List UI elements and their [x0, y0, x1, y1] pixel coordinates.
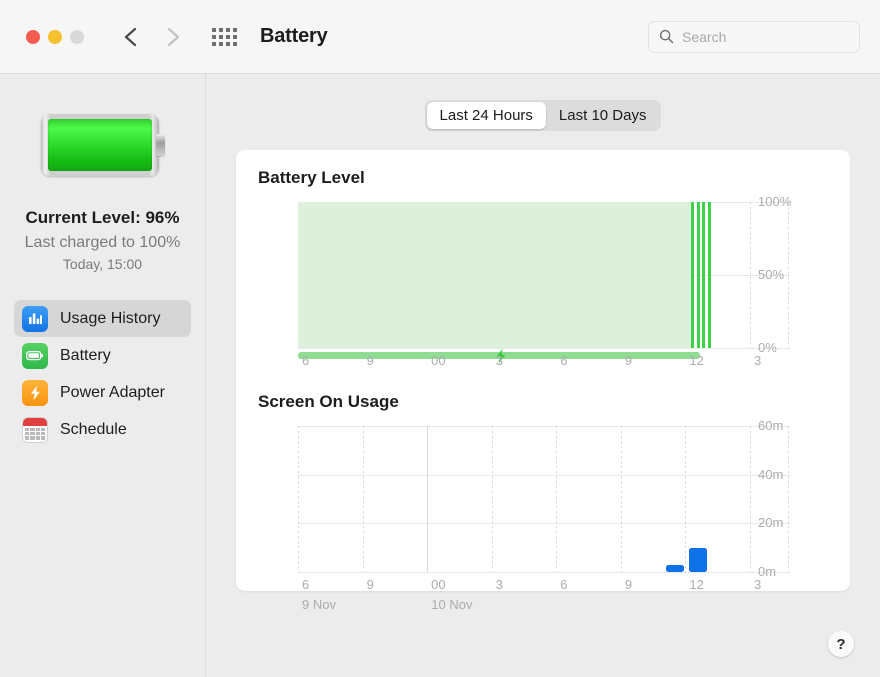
sidebar-item-label: Battery [60, 346, 111, 364]
back-chevron-icon[interactable] [120, 24, 142, 50]
help-button[interactable]: ? [828, 631, 854, 657]
window-titlebar: Battery [0, 0, 880, 74]
x-axis-tick-label: 9 [366, 577, 374, 592]
main-content: Last 24 Hours Last 10 Days Battery Level… [206, 74, 880, 677]
sidebar-nav-list: Usage History Battery Power Adapter Sche… [0, 300, 205, 448]
x-axis-tick-label: 12 [689, 353, 704, 368]
battery-level-chart-title: Battery Level [258, 168, 365, 187]
battery-status-block: Current Level: 96% Last charged to 100% … [25, 206, 181, 274]
last-charged-time-text: Today, 15:00 [62, 255, 143, 272]
battery-level-chart: 0% 50% 100% 6 9 00 3 6 9 12 3 [258, 194, 828, 370]
date-label: 9 Nov [302, 597, 336, 612]
current-level-text: Current Level: 96% [25, 208, 180, 227]
gridline-vertical [491, 426, 493, 572]
x-axis-tick-label: 6 [560, 353, 568, 368]
search-field[interactable] [648, 20, 860, 53]
x-axis-tick-label: 9 [366, 353, 374, 368]
y-axis-tick-label: 20m [758, 515, 784, 531]
x-axis-tick-label: 12 [689, 577, 704, 592]
gridline-vertical [427, 426, 429, 572]
battery-charge-spike [702, 202, 706, 348]
last-charged-text: Last charged to 100% [24, 233, 181, 251]
sidebar-item-label: Power Adapter [60, 383, 165, 401]
x-axis-tick-label: 3 [754, 577, 762, 592]
forward-chevron-icon [162, 24, 184, 50]
sidebar-item-power-adapter[interactable]: Power Adapter [14, 374, 191, 411]
time-range-segmented-control: Last 24 Hours Last 10 Days [236, 100, 850, 131]
tab-last-10-days[interactable]: Last 10 Days [546, 102, 660, 129]
tab-last-24-hours[interactable]: Last 24 Hours [426, 102, 546, 129]
usage-bar [689, 547, 708, 572]
gridline-horizontal [298, 572, 790, 573]
screen-on-usage-chart-title: Screen On Usage [258, 392, 399, 411]
battery-icon [22, 342, 48, 369]
y-axis-tick-label: 100% [758, 194, 792, 209]
window-body: Current Level: 96% Last charged to 100% … [0, 74, 880, 677]
battery-charge-spike [696, 202, 700, 348]
x-axis-tick-label: 9 [624, 577, 633, 592]
sidebar: Current Level: 96% Last charged to 100% … [0, 74, 206, 677]
gridline-vertical [685, 426, 687, 572]
x-axis-tick-label: 9 [624, 353, 633, 368]
x-axis-tick-label: 3 [754, 353, 762, 368]
battery-preferences-window: Battery Current Level: 96% Last charged … [0, 0, 880, 677]
battery-level-y-axis: 0% 50% 100% [758, 194, 828, 355]
y-axis-tick-label: 40m [758, 466, 784, 482]
traffic-lights [26, 29, 84, 44]
sidebar-item-battery[interactable]: Battery [14, 337, 191, 374]
sidebar-item-label: Schedule [60, 420, 127, 438]
date-label: 10 Nov [431, 597, 473, 612]
gridline-vertical [556, 426, 558, 572]
gridline-vertical [362, 426, 364, 572]
x-axis-tick-label: 3 [495, 577, 503, 592]
y-axis-tick-label: 50% [758, 267, 785, 282]
gridline-horizontal [298, 474, 790, 476]
sidebar-item-usage-history[interactable]: Usage History [14, 300, 191, 338]
sidebar-item-label: Usage History [60, 309, 161, 327]
search-icon [659, 29, 674, 44]
gridline-horizontal [298, 523, 790, 525]
x-axis-tick-label: 6 [302, 353, 310, 368]
x-axis-tick-label: 00 [431, 353, 446, 368]
minimize-button[interactable] [48, 29, 62, 44]
show-all-icon[interactable] [212, 27, 237, 47]
battery-level-area [298, 202, 692, 348]
usage-history-card: Battery Level 0% 50% 100% 6 9 00 3 6 9 12 3 Scree… [236, 150, 850, 612]
battery-full-icon [40, 114, 165, 176]
screen-on-usage-y-axis: 0m 20m 40m 60m [758, 418, 828, 579]
bar-chart-icon [22, 305, 48, 332]
gridline-vertical [298, 426, 299, 572]
close-button[interactable] [26, 29, 40, 44]
search-input[interactable] [682, 28, 849, 45]
sidebar-item-schedule[interactable]: Schedule [14, 411, 191, 448]
gridline-vertical [750, 426, 751, 572]
gridline-horizontal [298, 426, 790, 427]
page-title: Battery [260, 25, 328, 47]
usage-bar [666, 564, 685, 572]
lightning-bolt-icon [22, 379, 48, 406]
y-axis-tick-label: 60m [758, 418, 784, 433]
calendar-icon [22, 416, 48, 443]
x-axis-tick-label: 00 [431, 577, 446, 592]
x-axis-tick-label: 6 [560, 577, 568, 592]
gridline-vertical [750, 202, 751, 348]
zoom-button [70, 29, 84, 44]
gridline-vertical [620, 426, 622, 572]
battery-charge-spike [691, 202, 695, 348]
x-axis-tick-label: 6 [302, 577, 310, 592]
gridline-horizontal [298, 348, 790, 349]
battery-charge-spike [707, 202, 711, 348]
navigation-buttons [120, 24, 184, 50]
screen-on-usage-chart: 0m 20m 40m 60m 9 Nov 10 Nov 6 9 00 3 6 9 12 3 [258, 418, 828, 612]
x-axis-tick-label: 3 [495, 353, 503, 368]
